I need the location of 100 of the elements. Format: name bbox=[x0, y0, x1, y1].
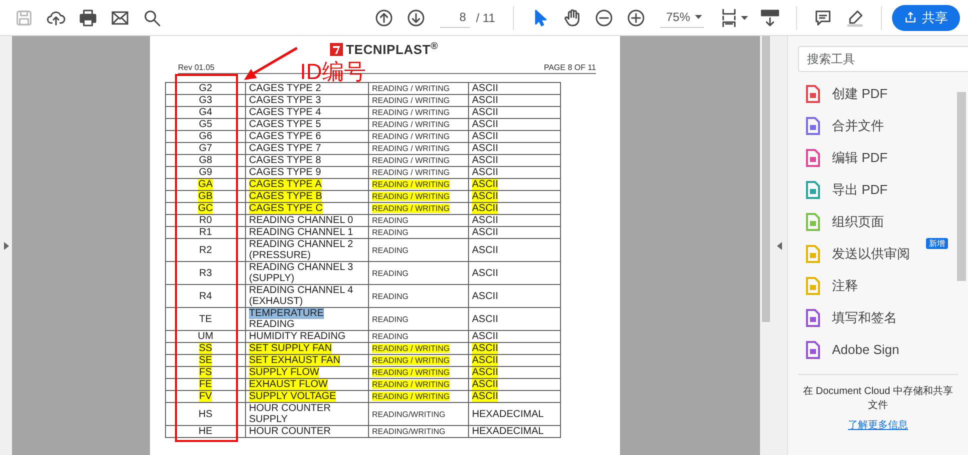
table-cell: READING CHANNEL 4 bbox=[249, 285, 354, 296]
logo-icon bbox=[330, 43, 343, 56]
table-cell: ASCII bbox=[472, 107, 498, 118]
scrollbar-thumb[interactable] bbox=[762, 36, 770, 322]
table-cell: READING/WRITING bbox=[372, 427, 446, 436]
table-cell: G2 bbox=[198, 83, 212, 94]
tool-item[interactable]: 导出 PDF bbox=[788, 174, 956, 206]
table-cell: ASCII bbox=[472, 179, 498, 190]
table-cell: READING bbox=[372, 292, 408, 300]
table-cell: (EXHAUST) bbox=[249, 296, 303, 307]
table-cell: READING / WRITING bbox=[372, 392, 450, 401]
tool-item[interactable]: 填写和签名 bbox=[788, 302, 956, 334]
search-tools-field[interactable]: 搜索工具 bbox=[798, 46, 968, 72]
table-cell: R3 bbox=[199, 268, 212, 278]
table-cell: READING / WRITING bbox=[372, 356, 450, 365]
table-cell: CAGES TYPE B bbox=[249, 191, 322, 202]
table-cell: SUPPLY FLOW bbox=[249, 367, 320, 378]
comment-icon bbox=[813, 8, 833, 28]
tool-item[interactable]: 创建 PDF bbox=[788, 78, 956, 110]
table-cell: ASCII bbox=[472, 203, 498, 214]
search-icon bbox=[142, 8, 162, 28]
table-cell: GA bbox=[198, 179, 213, 190]
table-cell: CAGES TYPE 5 bbox=[249, 119, 322, 130]
page-total: / 11 bbox=[476, 10, 496, 26]
table-cell: G7 bbox=[198, 143, 212, 154]
table-cell: READING bbox=[372, 228, 408, 237]
table-cell: READING/WRITING bbox=[372, 410, 446, 418]
table-cell: READING / WRITING bbox=[372, 380, 450, 389]
table-cell: READING / WRITING bbox=[372, 120, 450, 129]
table-cell: CAGES TYPE A bbox=[249, 179, 322, 190]
table-cell: READING / WRITING bbox=[372, 180, 450, 189]
table-cell: G4 bbox=[198, 107, 212, 118]
table-cell: READING / WRITING bbox=[372, 204, 450, 213]
table-cell: ASCII bbox=[472, 343, 498, 354]
brand-logo: TECNIPLAST$^{®}$ bbox=[346, 40, 438, 59]
revision-label: Rev 01.05 bbox=[178, 63, 214, 72]
page-label: PAGE 8 OF 11 bbox=[544, 63, 596, 72]
table-cell: HEXADECIMAL bbox=[472, 408, 544, 420]
table-cell: CAGES TYPE 7 bbox=[249, 143, 322, 154]
table-cell: EXHAUST FLOW bbox=[249, 379, 328, 390]
expand-left-icon[interactable] bbox=[4, 242, 8, 250]
table-cell: GB bbox=[198, 191, 213, 202]
table-cell: READING CHANNEL 3 bbox=[249, 262, 354, 273]
zoom-out-icon bbox=[594, 8, 614, 28]
table-cell: ASCII bbox=[472, 143, 498, 154]
zoom-dropdown[interactable]: 75% bbox=[660, 8, 704, 28]
table-cell: ASCII bbox=[472, 314, 498, 324]
table-cell: ASCII bbox=[472, 355, 498, 366]
table-cell: ASCII bbox=[472, 379, 498, 390]
table-cell: ASCII bbox=[472, 83, 498, 94]
table-cell: SS bbox=[198, 343, 212, 354]
tool-item[interactable]: 合并文件 bbox=[788, 110, 956, 142]
table-cell: ASCII bbox=[472, 155, 498, 166]
table-cell: R2 bbox=[199, 244, 212, 256]
table-cell: READING bbox=[372, 216, 408, 225]
table-cell: ASCII bbox=[472, 191, 498, 202]
table-cell: HS bbox=[198, 408, 212, 420]
read-mode-icon bbox=[760, 8, 780, 28]
tool-item[interactable]: 发送以供审阅 新增 bbox=[788, 238, 956, 270]
scrollbar-thumb[interactable] bbox=[957, 92, 966, 281]
table-cell: READING / WRITING bbox=[372, 192, 450, 201]
table-cell: READING / WRITING bbox=[372, 96, 450, 105]
table-cell: HUMIDITY READING bbox=[249, 331, 346, 342]
annotation-arrow bbox=[243, 46, 299, 82]
table-cell: SUPPLY VOLTAGE bbox=[249, 391, 336, 402]
table-cell: ASCII bbox=[472, 215, 498, 226]
scrollbar[interactable] bbox=[760, 36, 772, 455]
cloud-storage-text: 在 Document Cloud 中存储和共享文件 bbox=[802, 385, 954, 413]
table-cell: READING CHANNEL 1 bbox=[249, 227, 354, 238]
table-cell: UM bbox=[198, 331, 214, 342]
table-cell: TEMPERATURE bbox=[249, 308, 324, 319]
highlighter-icon bbox=[845, 8, 865, 28]
tool-item[interactable]: 组织页面 bbox=[788, 206, 956, 238]
new-badge: 新增 bbox=[926, 238, 948, 249]
table-cell: SE bbox=[198, 355, 212, 366]
table-cell: G8 bbox=[198, 155, 212, 166]
table-cell: READING / WRITING bbox=[372, 168, 450, 177]
tool-item[interactable]: Adobe Sign bbox=[788, 334, 956, 366]
table-cell: READING / WRITING bbox=[372, 108, 450, 117]
share-icon bbox=[904, 11, 917, 24]
table-cell: HEXADECIMAL bbox=[472, 426, 544, 437]
table-cell: READING bbox=[372, 332, 408, 341]
share-button[interactable]: 共享 bbox=[892, 4, 960, 30]
tool-item[interactable]: 注释 bbox=[788, 270, 956, 302]
table-cell: READING bbox=[372, 314, 408, 324]
table-cell: ASCII bbox=[472, 268, 498, 278]
table-cell: FE bbox=[199, 379, 212, 390]
table-cell: READING / WRITING bbox=[372, 344, 450, 353]
table-cell: (SUPPLY) bbox=[249, 273, 294, 284]
table-cell: CAGES TYPE C bbox=[249, 203, 323, 214]
expand-left-icon[interactable] bbox=[777, 242, 782, 250]
tool-item[interactable]: 编辑 PDF bbox=[788, 142, 956, 174]
table-cell: SET EXHAUST FAN bbox=[249, 355, 340, 366]
table-cell: ASCII bbox=[472, 290, 498, 302]
table-cell: ASCII bbox=[472, 95, 498, 106]
learn-more-link[interactable]: 了解更多信息 bbox=[848, 419, 908, 433]
table-cell: READING CHANNEL 0 bbox=[249, 215, 354, 226]
table-cell: READING / WRITING bbox=[372, 368, 450, 377]
table-cell: CAGES TYPE 4 bbox=[249, 107, 322, 118]
table-cell: HOUR COUNTER bbox=[249, 403, 331, 414]
